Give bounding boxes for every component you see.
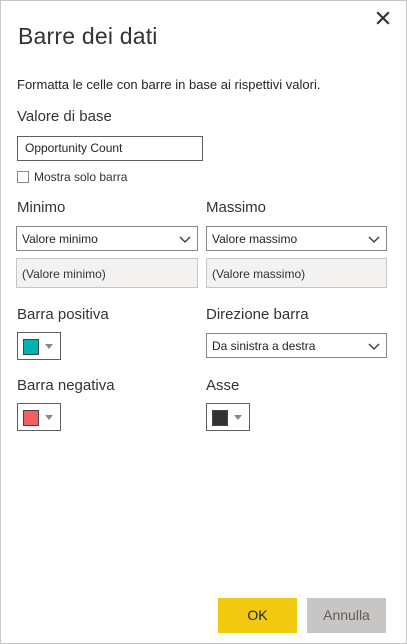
axis-swatch [212,410,228,426]
chevron-down-icon [368,334,380,359]
positive-bar-color-picker[interactable] [17,332,61,360]
base-value-field[interactable]: Opportunity Count [17,136,203,161]
ok-button[interactable]: OK [218,598,297,633]
positive-bar-label: Barra positiva [17,306,109,323]
caret-down-icon [45,415,53,420]
chevron-down-icon [368,227,380,252]
maximum-value-field: (Valore massimo) [206,258,387,288]
minimum-type-dropdown[interactable]: Valore minimo [16,226,198,251]
maximum-type-dropdown[interactable]: Valore massimo [206,226,387,251]
bar-direction-value: Da sinistra a destra [212,339,316,353]
negative-bar-swatch [23,410,39,426]
positive-bar-swatch [23,339,39,355]
base-value-label: Valore di base [17,108,112,125]
dialog-description: Formatta le celle con barre in base ai r… [17,77,321,92]
data-bars-dialog: Barre dei dati Formatta le celle con bar… [0,0,407,644]
negative-bar-label: Barra negativa [17,377,115,394]
dialog-title: Barre dei dati [18,23,158,49]
minimum-type-value: Valore minimo [22,232,98,246]
caret-down-icon [234,415,242,420]
caret-down-icon [45,344,53,349]
maximum-type-value: Valore massimo [212,232,298,246]
close-icon[interactable] [376,11,392,27]
minimum-value-field: (Valore minimo) [16,258,198,288]
minimum-label: Minimo [17,199,66,216]
show-bar-only-checkbox[interactable] [17,171,29,183]
show-bar-only-label: Mostra solo barra [34,170,128,184]
negative-bar-color-picker[interactable] [17,403,61,431]
axis-label: Asse [206,377,240,394]
maximum-label: Massimo [206,199,267,216]
show-bar-only-row[interactable]: Mostra solo barra [17,170,127,184]
chevron-down-icon [179,227,191,252]
cancel-button[interactable]: Annulla [307,598,386,633]
bar-direction-label: Direzione barra [206,306,309,323]
bar-direction-dropdown[interactable]: Da sinistra a destra [206,333,387,358]
axis-color-picker[interactable] [206,403,250,431]
